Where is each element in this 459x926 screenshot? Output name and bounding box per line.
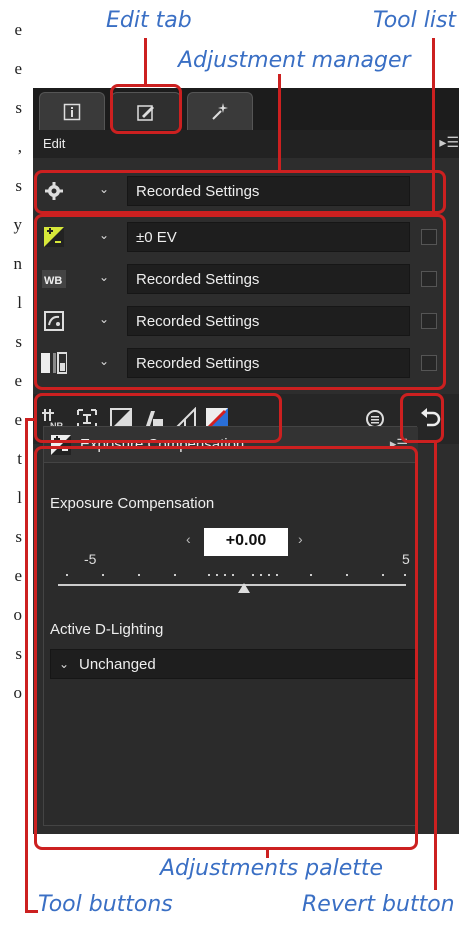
tab-effects[interactable] [187, 92, 253, 130]
magic-wand-icon [212, 102, 228, 120]
info-icon [63, 103, 81, 120]
text-fragment: e [14, 371, 22, 390]
callout-tool-list: Tool list [373, 8, 457, 33]
leader-adjustments-palette [266, 848, 269, 858]
text-fragment: n [13, 254, 23, 273]
text-fragment: s [15, 332, 22, 351]
text-fragment: y [13, 215, 23, 234]
text-fragment: s [15, 644, 22, 663]
leader-tool-list [432, 38, 435, 216]
edit-header-label: Edit [43, 136, 66, 151]
leader-edit-tab [144, 38, 147, 86]
text-fragment: e [14, 59, 22, 78]
text-fragment: e [14, 410, 22, 429]
callout-revert-button: Revert button [302, 892, 455, 917]
leader-revert-button [434, 442, 437, 890]
text-fragment: t [17, 449, 22, 468]
text-fragment: l [17, 293, 22, 312]
callout-tool-buttons: Tool buttons [38, 892, 173, 917]
highlight-edit-tab [110, 84, 182, 134]
edit-header: Edit ▸☰ [33, 130, 459, 158]
text-fragment: s [15, 98, 22, 117]
text-fragment: s [15, 176, 22, 195]
callout-adjustment-manager: Adjustment manager [178, 48, 411, 73]
highlight-adjustment-manager [34, 170, 446, 214]
tab-bar [33, 88, 459, 130]
leader-tool-buttons-bottom [25, 910, 38, 913]
callout-edit-tab: Edit tab [106, 8, 192, 33]
leader-tool-buttons-top [25, 418, 37, 421]
highlight-tool-buttons [34, 393, 282, 443]
left-body-text: e e s , s y n l s e e t l s e o s o [0, 20, 23, 722]
tab-info[interactable] [39, 92, 105, 130]
callout-adjustments-palette: Adjustments palette [160, 856, 384, 881]
highlight-revert-button [400, 393, 444, 443]
leader-adjustment-manager [278, 74, 281, 172]
highlight-tool-list [34, 214, 446, 390]
text-fragment: e [14, 20, 22, 39]
text-fragment: o [13, 605, 23, 624]
text-fragment: , [17, 137, 22, 156]
text-fragment: o [13, 683, 23, 702]
highlight-adjustments-palette [34, 446, 418, 850]
text-fragment: l [17, 488, 22, 507]
text-fragment: e [14, 566, 22, 585]
panel-menu-icon[interactable]: ▸☰ [439, 134, 459, 151]
leader-tool-buttons-vertical [25, 418, 28, 913]
text-fragment: s [15, 527, 22, 546]
